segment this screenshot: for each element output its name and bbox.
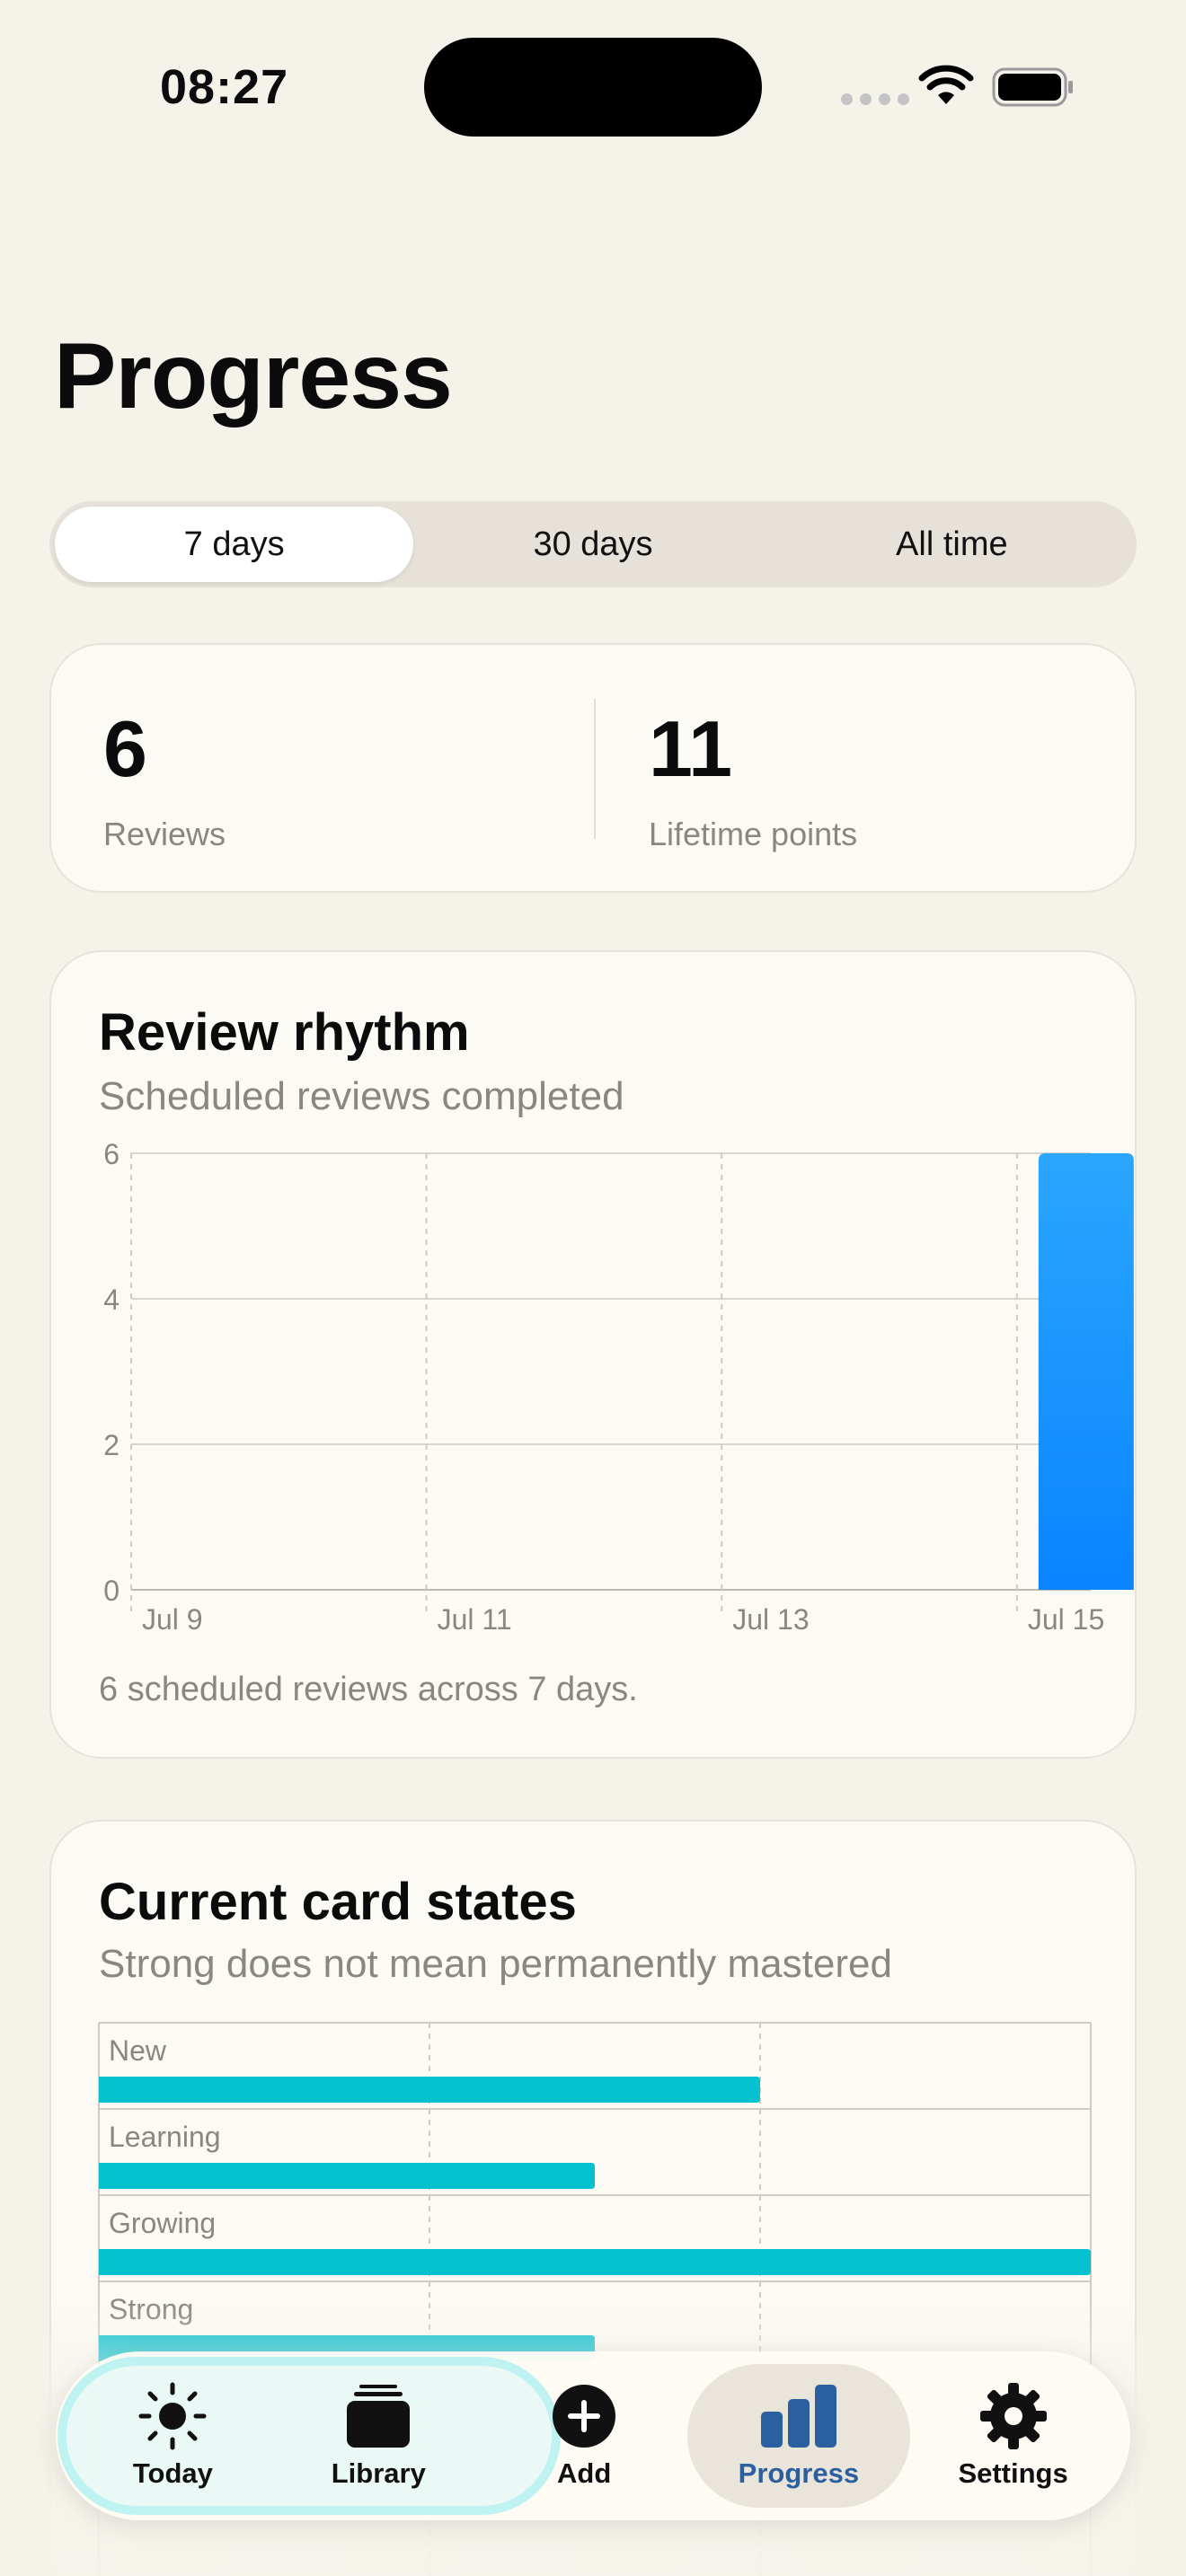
gear-icon <box>979 2383 1047 2449</box>
range-tab-30-days[interactable]: 30 days <box>413 507 772 582</box>
bar-new <box>99 2077 760 2103</box>
tab-library-label: Library <box>331 2457 426 2489</box>
tab-settings[interactable]: Settings <box>910 2364 1116 2508</box>
wifi-icon <box>918 65 974 104</box>
tab-progress[interactable]: Progress <box>686 2364 911 2508</box>
rhythm-footnote: 6 scheduled reviews across 7 days. <box>99 1671 638 1708</box>
tab-library[interactable]: Library <box>276 2364 482 2508</box>
tab-add[interactable]: Add <box>482 2364 687 2508</box>
tab-progress-label: Progress <box>738 2457 860 2489</box>
plus-circle-icon <box>553 2385 616 2448</box>
cellular-signal-icon <box>841 93 909 105</box>
tab-settings-label: Settings <box>958 2457 1068 2489</box>
category-label: Learning <box>109 2121 221 2153</box>
stack-icon <box>347 2385 411 2448</box>
bar-chart-icon <box>760 2385 836 2448</box>
points-stat: 11 Lifetime points <box>649 710 857 853</box>
page-title: Progress <box>54 324 453 428</box>
points-count: 11 <box>649 704 733 793</box>
range-tab-7-days[interactable]: 7 days <box>55 507 414 582</box>
bar-growing <box>99 2249 1091 2275</box>
y-tick-label: 2 <box>103 1429 119 1461</box>
tab-today[interactable]: Today <box>70 2364 276 2508</box>
range-tab-all-time[interactable]: All time <box>773 507 1131 582</box>
stats-divider <box>594 699 596 839</box>
reviews-label: Reviews <box>103 816 226 852</box>
sun-icon <box>138 2382 207 2450</box>
y-tick-label: 4 <box>103 1284 119 1316</box>
x-tick-label: Jul 9 <box>142 1603 203 1636</box>
category-label: New <box>109 2034 167 2067</box>
reviews-stat: 6 Reviews <box>103 710 226 853</box>
y-tick-label: 6 <box>103 1138 119 1170</box>
dynamic-island <box>424 38 762 137</box>
tab-add-label: Add <box>557 2457 612 2489</box>
battery-icon <box>992 67 1073 107</box>
review-rhythm-chart: 0 2 4 6 Jul 9 Jul 11 Jul 13 Jul 15 <box>103 1138 1134 1636</box>
tab-bar: Today Library Add Progress Settings <box>56 2351 1130 2520</box>
y-tick-label: 0 <box>103 1575 119 1607</box>
review-rhythm-card: Review rhythm Scheduled reviews complete… <box>49 950 1137 1759</box>
reviews-count: 6 <box>103 704 147 793</box>
bar-jul-15 <box>1038 1153 1134 1590</box>
range-segmented-control: 7 days 30 days All time <box>49 501 1137 587</box>
category-label: Growing <box>109 2207 216 2239</box>
x-tick-label: Jul 11 <box>438 1603 512 1636</box>
bar-learning <box>99 2163 595 2189</box>
stats-card: 6 Reviews 11 Lifetime points <box>49 643 1137 893</box>
x-tick-label: Jul 15 <box>1028 1603 1104 1636</box>
points-label: Lifetime points <box>649 816 858 852</box>
tab-today-label: Today <box>132 2457 213 2489</box>
status-time: 08:27 <box>160 60 289 114</box>
x-tick-label: Jul 13 <box>732 1603 809 1636</box>
